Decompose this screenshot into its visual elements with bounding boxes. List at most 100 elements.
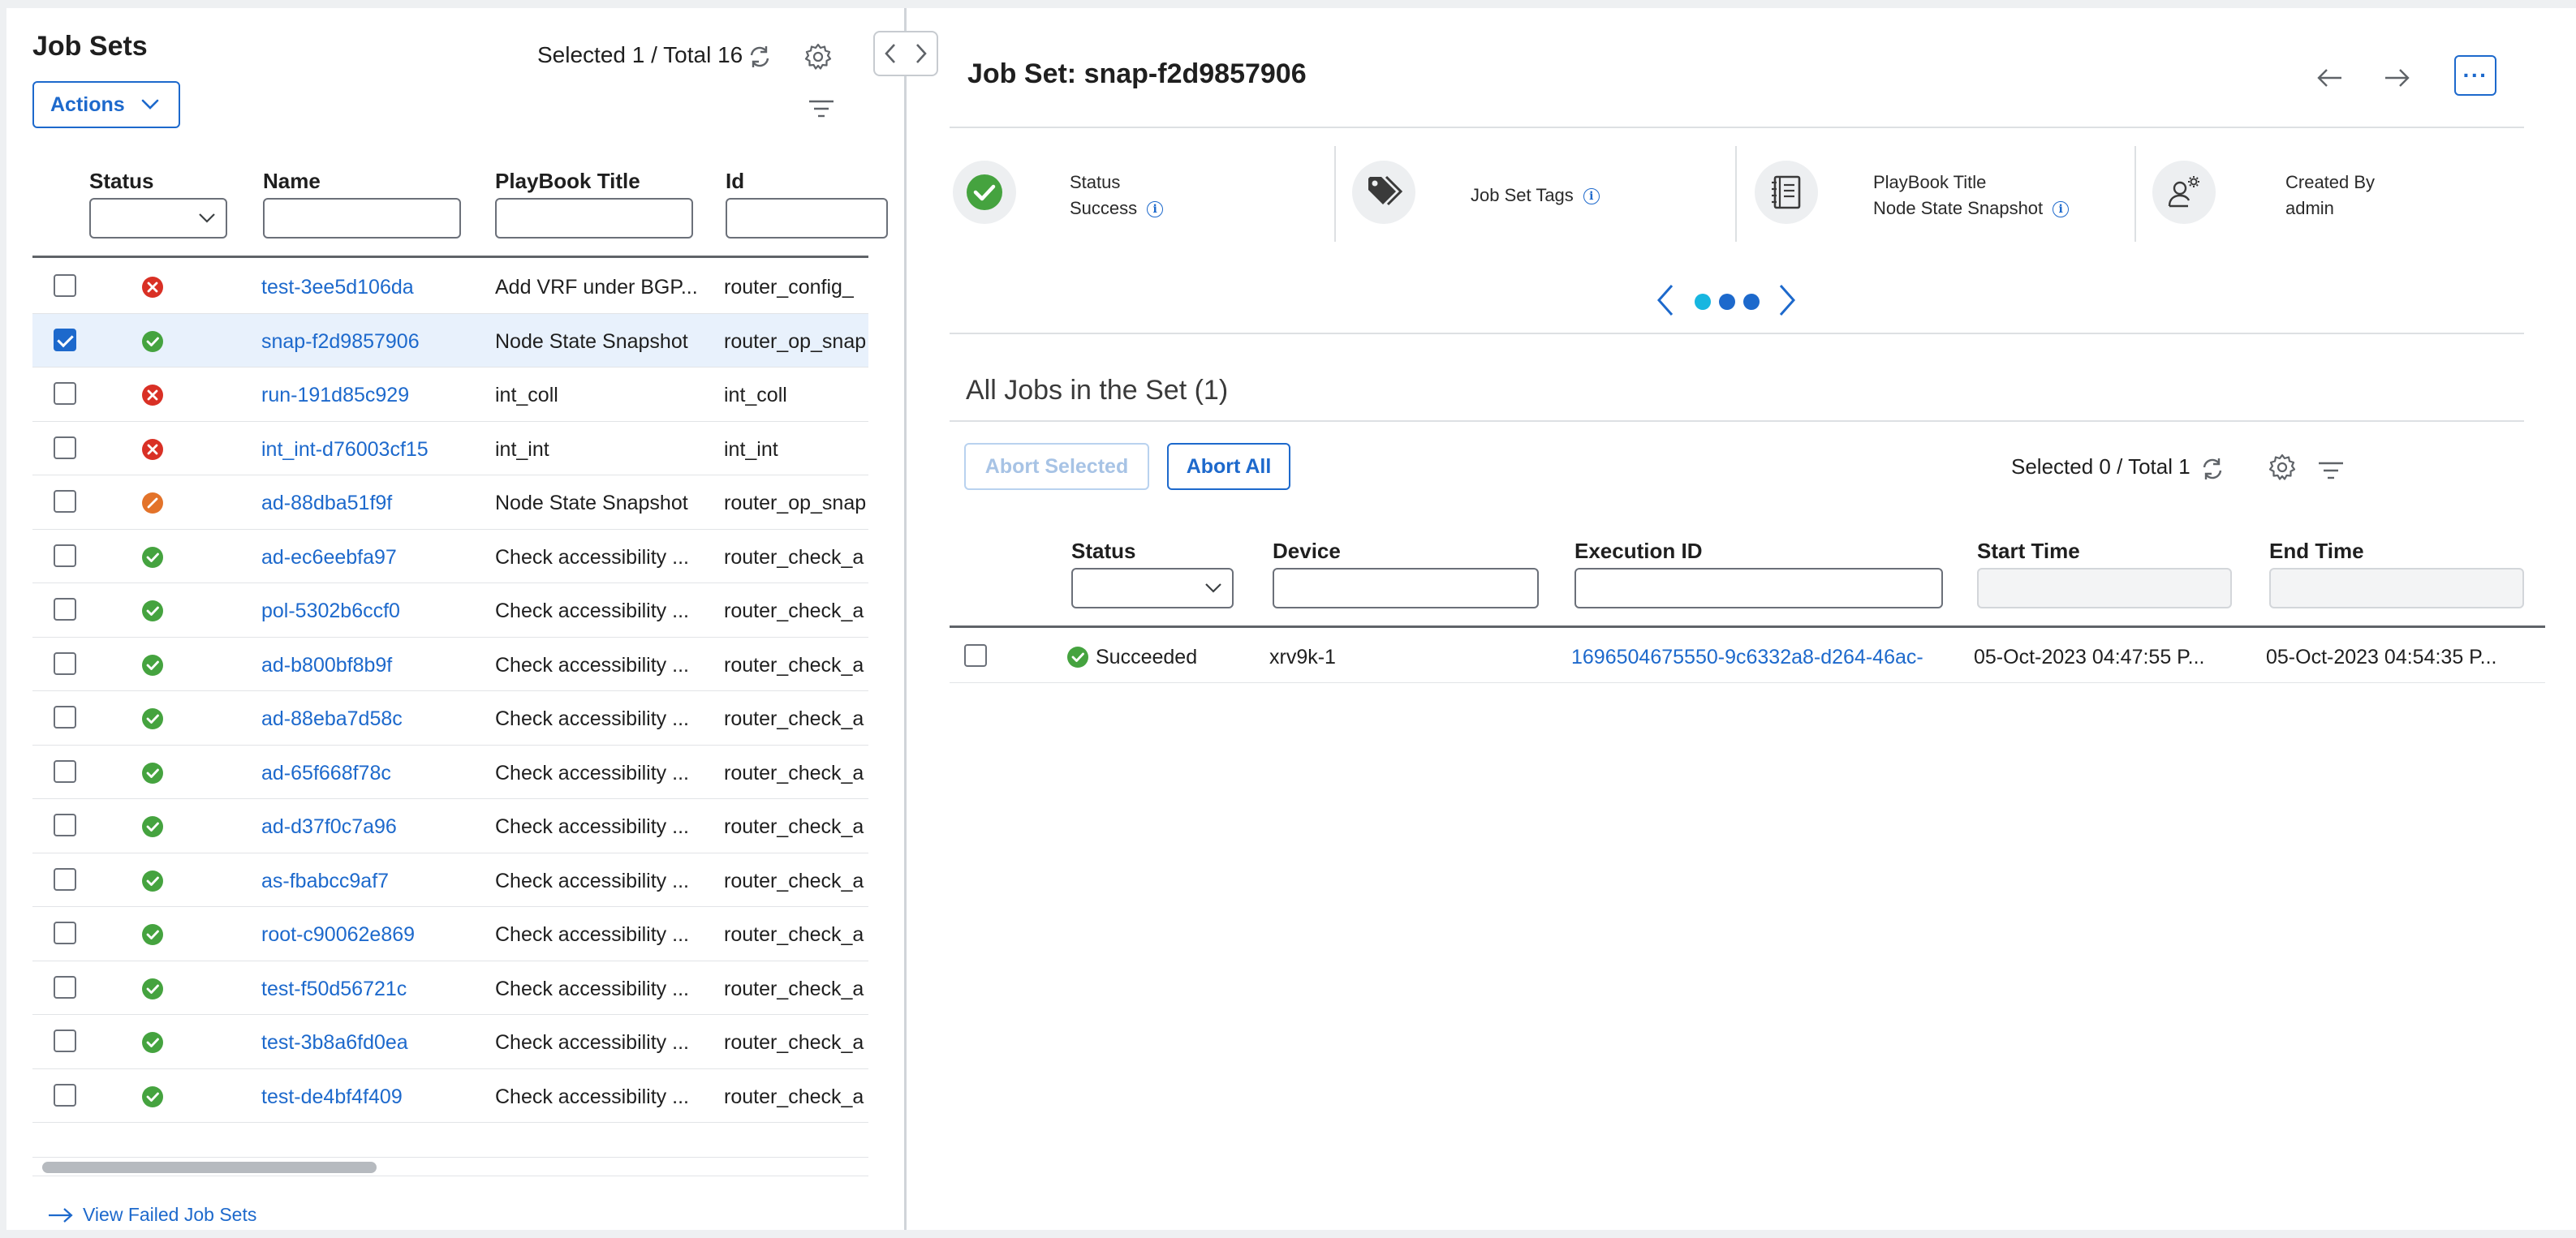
chevron-right-icon[interactable] xyxy=(1776,282,1798,318)
panel-title: Job Sets xyxy=(32,31,148,62)
row-checkbox[interactable] xyxy=(54,975,76,999)
info-icon[interactable]: i xyxy=(1583,188,1600,205)
table-row[interactable]: int_int-d76003cf15 int_int int_int xyxy=(32,422,868,475)
info-icon[interactable]: i xyxy=(2053,201,2070,218)
playbook-title-cell: Check accessibility ... xyxy=(495,761,689,784)
pager-dot[interactable] xyxy=(1743,294,1760,310)
status-filter-select[interactable] xyxy=(1071,568,1234,608)
job-set-name-link[interactable]: ad-b800bf8b9f xyxy=(261,654,480,677)
table-row[interactable]: ad-88eba7d58c Check accessibility ... ro… xyxy=(32,691,868,746)
more-options-button[interactable]: ··· xyxy=(2454,55,2496,96)
end-time-filter-input[interactable] xyxy=(2269,568,2524,608)
row-checkbox[interactable] xyxy=(54,706,76,729)
info-icon[interactable]: i xyxy=(1147,201,1164,218)
chevron-left-icon[interactable] xyxy=(884,42,897,65)
job-set-name-link[interactable]: pol-5302b6ccf0 xyxy=(261,600,480,623)
abort-selected-button[interactable]: Abort Selected xyxy=(964,443,1149,490)
job-set-name-link[interactable]: ad-d37f0c7a96 xyxy=(261,815,480,839)
job-set-name-link[interactable]: test-de4bf4f409 xyxy=(261,1085,480,1109)
table-row[interactable]: ad-88dba51f9f Node State Snapshot router… xyxy=(32,475,868,530)
id-cell: router_check_a xyxy=(724,600,864,622)
playbook-title-cell: Check accessibility ... xyxy=(495,707,689,730)
status-success-icon xyxy=(141,978,164,1000)
job-set-name-link[interactable]: test-3ee5d106da xyxy=(261,276,480,299)
start-time-filter-input[interactable] xyxy=(1977,568,2232,608)
chevron-right-icon[interactable] xyxy=(915,42,928,65)
row-checkbox[interactable] xyxy=(54,544,76,567)
pager-dot[interactable] xyxy=(1695,294,1711,310)
id-cell: router_op_snap xyxy=(724,492,867,514)
job-set-name-link[interactable]: test-f50d56721c xyxy=(261,978,480,1001)
job-set-name-link[interactable]: root-c90062e869 xyxy=(261,923,480,947)
scrollbar-thumb[interactable] xyxy=(42,1162,377,1173)
row-checkbox[interactable] xyxy=(54,814,76,836)
row-checkbox[interactable] xyxy=(54,382,76,405)
name-filter-input[interactable] xyxy=(263,198,461,239)
job-set-name-link[interactable]: ad-65f668f78c xyxy=(261,762,480,785)
refresh-icon[interactable] xyxy=(2196,453,2229,485)
view-failed-job-sets-link[interactable]: View Failed Job Sets xyxy=(47,1204,256,1226)
table-row[interactable]: test-3b8a6fd0ea Check accessibility ... … xyxy=(32,1015,868,1069)
row-checkbox[interactable] xyxy=(54,328,76,351)
table-row[interactable]: Succeeded xrv9k-1 1696504675550-9c6332a8… xyxy=(950,630,2545,683)
row-checkbox[interactable] xyxy=(54,598,76,621)
status-success-icon xyxy=(953,161,1016,224)
execution-id-link[interactable]: 1696504675550-9c6332a8-d264-46ac- xyxy=(1571,646,1964,669)
row-checkbox[interactable] xyxy=(54,1030,76,1052)
row-checkbox[interactable] xyxy=(54,274,76,297)
table-row[interactable]: run-191d85c929 int_coll int_coll xyxy=(32,368,868,422)
job-set-name-link[interactable]: run-191d85c929 xyxy=(261,384,480,407)
panel-divider[interactable] xyxy=(904,8,907,1230)
gear-icon[interactable] xyxy=(802,41,834,73)
table-row[interactable]: ad-b800bf8b9f Check accessibility ... ro… xyxy=(32,638,868,691)
table-row[interactable]: as-fbabcc9af7 Check accessibility ... ro… xyxy=(32,853,868,907)
table-row[interactable]: test-3ee5d106da Add VRF under BGP... rou… xyxy=(32,260,868,314)
row-checkbox[interactable] xyxy=(964,644,987,667)
detail-title: Job Set: snap-f2d9857906 xyxy=(967,58,1307,89)
job-set-name-link[interactable]: as-fbabcc9af7 xyxy=(261,870,480,893)
refresh-icon[interactable] xyxy=(743,41,776,73)
job-set-name-link[interactable]: ad-ec6eebfa97 xyxy=(261,546,480,570)
chevron-left-icon[interactable] xyxy=(1654,282,1677,318)
created-by-card: Created By admin xyxy=(2152,144,2509,247)
execution-id-filter-input[interactable] xyxy=(1574,568,1943,608)
job-set-name-link[interactable]: snap-f2d9857906 xyxy=(261,330,480,354)
table-row[interactable]: snap-f2d9857906 Node State Snapshot rout… xyxy=(32,313,868,368)
row-checkbox[interactable] xyxy=(54,922,76,944)
section-divider xyxy=(950,420,2524,422)
arrow-left-icon[interactable] xyxy=(2311,62,2347,94)
table-row[interactable]: root-c90062e869 Check accessibility ... … xyxy=(32,907,868,961)
table-row[interactable]: ad-ec6eebfa97 Check accessibility ... ro… xyxy=(32,530,868,583)
pager-dot[interactable] xyxy=(1719,294,1735,310)
actions-dropdown-button[interactable]: Actions xyxy=(32,81,180,128)
device-filter-input[interactable] xyxy=(1273,568,1539,608)
status-success-icon xyxy=(141,762,164,784)
row-checkbox[interactable] xyxy=(54,867,76,891)
horizontal-scrollbar[interactable] xyxy=(32,1157,868,1176)
table-row[interactable]: test-de4bf4f409 Check accessibility ... … xyxy=(32,1069,868,1123)
table-row[interactable]: test-f50d56721c Check accessibility ... … xyxy=(32,961,868,1015)
playbook-filter-input[interactable] xyxy=(495,198,693,239)
row-checkbox[interactable] xyxy=(54,490,76,513)
arrow-right-icon[interactable] xyxy=(2380,62,2415,94)
row-checkbox[interactable] xyxy=(54,436,76,459)
job-set-name-link[interactable]: test-3b8a6fd0ea xyxy=(261,1031,480,1055)
playbook-title-cell: Check accessibility ... xyxy=(495,977,689,1000)
row-checkbox[interactable] xyxy=(54,651,76,675)
id-filter-input[interactable] xyxy=(726,198,888,239)
table-row[interactable]: ad-65f668f78c Check accessibility ... ro… xyxy=(32,746,868,799)
filter-icon[interactable] xyxy=(2315,456,2347,485)
abort-all-button[interactable]: Abort All xyxy=(1167,443,1290,490)
table-row[interactable]: pol-5302b6ccf0 Check accessibility ... r… xyxy=(32,583,868,638)
table-row[interactable]: ad-d37f0c7a96 Check accessibility ... ro… xyxy=(32,799,868,853)
status-filter-select[interactable] xyxy=(89,198,227,239)
job-set-name-link[interactable]: int_int-d76003cf15 xyxy=(261,438,480,462)
job-set-name-link[interactable]: ad-88dba51f9f xyxy=(261,492,480,515)
row-checkbox[interactable] xyxy=(54,759,76,783)
panel-toggle[interactable] xyxy=(873,31,938,76)
job-set-name-link[interactable]: ad-88eba7d58c xyxy=(261,707,480,731)
filter-icon[interactable] xyxy=(805,94,838,123)
playbook-title-cell: Check accessibility ... xyxy=(495,869,689,892)
row-checkbox[interactable] xyxy=(54,1083,76,1107)
gear-icon[interactable] xyxy=(2266,451,2298,484)
